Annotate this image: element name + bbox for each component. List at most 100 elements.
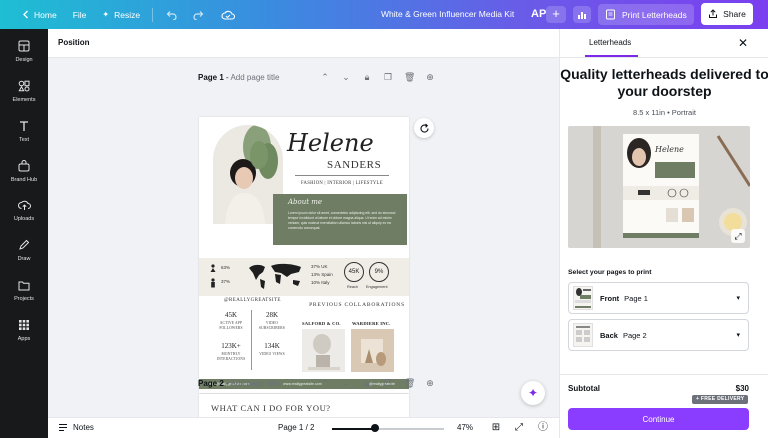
page-thumbnail bbox=[573, 323, 593, 347]
trash-icon[interactable]: 🗑︎ bbox=[404, 72, 415, 82]
continue-button[interactable]: Continue bbox=[568, 408, 749, 430]
sidebar-item-projects[interactable]: Projects bbox=[0, 278, 48, 302]
page-2-heading[interactable]: WHAT CAN I DO FOR YOU? bbox=[211, 403, 331, 413]
sidebar-item-apps[interactable]: Apps bbox=[0, 318, 48, 342]
sidebar-item-draw[interactable]: Draw bbox=[0, 238, 48, 262]
add-page-icon[interactable]: ⊕ bbox=[425, 72, 435, 82]
sidebar-item-text[interactable]: Text bbox=[0, 119, 48, 143]
text-icon bbox=[17, 119, 31, 133]
position-button[interactable]: Position bbox=[58, 38, 90, 47]
document-title[interactable]: White & Green Influencer Media Kit bbox=[381, 9, 514, 19]
metric-label: MONTHLY INTERACTIONS bbox=[216, 352, 246, 361]
user-avatar[interactable]: AP bbox=[531, 8, 546, 20]
reach-label: Reach bbox=[347, 285, 358, 289]
regenerate-button[interactable] bbox=[414, 118, 434, 138]
resize-button[interactable]: ✦ Resize bbox=[94, 0, 148, 29]
sidebar-item-label: Draw bbox=[17, 256, 31, 262]
male-icon bbox=[211, 278, 215, 288]
design-name[interactable]: Helene bbox=[287, 129, 374, 157]
cloud-save-status[interactable] bbox=[213, 0, 243, 29]
layout-icon bbox=[17, 39, 31, 53]
design-roles[interactable]: FASHION | INTERIOR | LIFESTYLE bbox=[301, 181, 383, 186]
brand-name[interactable]: WARDIERE INC. bbox=[352, 321, 391, 326]
zoom-slider-handle[interactable] bbox=[370, 424, 379, 432]
redo-button[interactable] bbox=[185, 0, 213, 29]
add-page-icon[interactable]: ⊕ bbox=[425, 378, 435, 388]
magic-assistant-button[interactable]: ✦ bbox=[521, 381, 545, 405]
front-page-select[interactable]: Front Page 1 ▾ bbox=[568, 282, 749, 314]
home-button[interactable]: Home bbox=[14, 0, 65, 29]
sidebar-item-design[interactable]: Design bbox=[0, 39, 48, 63]
design-page-1[interactable]: Helene SANDERS FASHION | INTERIOR | LIFE… bbox=[199, 117, 409, 393]
print-letterheads-button[interactable]: Print Letterheads bbox=[598, 4, 694, 25]
add-collaborator-button[interactable]: + bbox=[546, 6, 566, 23]
fullscreen-icon[interactable]: ⤢ bbox=[513, 422, 525, 434]
metric-item[interactable]: 123K+ MONTHLY INTERACTIONS bbox=[215, 342, 247, 361]
page-indicator[interactable]: Page 1 / 2 bbox=[278, 423, 314, 432]
lock-icon[interactable]: 🔒︎ bbox=[362, 72, 372, 82]
editor-canvas[interactable]: Position Page 1 - Add page title ⌃ ⌄ 🔒︎ … bbox=[48, 29, 559, 438]
page-1-title[interactable]: Page 1 - Add page title bbox=[198, 73, 279, 82]
sidebar-item-label: Apps bbox=[17, 336, 31, 342]
metric-item[interactable]: 28K VIDEO SUBSCRIBERS bbox=[256, 311, 288, 330]
collab-title[interactable]: PREVIOUS COLLABORATIONS bbox=[307, 302, 407, 309]
design-handle[interactable]: @REALLYGREATSITE bbox=[224, 298, 281, 303]
back-side-label: Back bbox=[600, 330, 618, 340]
duplicate-icon[interactable]: ❐ bbox=[383, 378, 393, 388]
sparkle-icon: ✦ bbox=[527, 386, 539, 400]
tab-letterheads[interactable]: Letterheads bbox=[589, 38, 631, 47]
sidebar-item-uploads[interactable]: Uploads bbox=[0, 198, 48, 222]
country-stat: 13% Spain bbox=[311, 272, 333, 277]
brand-name[interactable]: SALFORD & CO. bbox=[302, 321, 341, 326]
world-map-icon bbox=[249, 263, 301, 289]
page-1-tools: ⌃ ⌄ 🔒︎ ❐ 🗑︎ ⊕ bbox=[320, 72, 435, 82]
duplicate-icon[interactable]: ❐ bbox=[383, 72, 393, 82]
grid-view-icon[interactable]: ⊞ bbox=[490, 422, 502, 434]
zoom-slider[interactable] bbox=[332, 428, 444, 430]
share-button[interactable]: Share bbox=[701, 3, 753, 25]
metric-item[interactable]: 134K VIDEO VIEWS bbox=[256, 342, 288, 357]
chevron-up-icon[interactable]: ⌃ bbox=[320, 378, 330, 388]
insights-button[interactable] bbox=[573, 6, 591, 23]
elements-icon bbox=[17, 79, 31, 93]
sidebar-item-brand-hub[interactable]: Brand Hub bbox=[0, 159, 48, 183]
notes-button[interactable]: Notes bbox=[58, 423, 94, 432]
front-side-label: Front bbox=[600, 293, 620, 303]
page-2-title[interactable]: Page 2 - Add page title bbox=[198, 379, 279, 388]
close-icon[interactable]: ✕ bbox=[738, 36, 748, 50]
upload-cloud-icon bbox=[17, 198, 31, 212]
help-icon[interactable]: ⓘ bbox=[537, 422, 549, 434]
about-box[interactable]: About me Lorem ipsum dolor sit amet, con… bbox=[273, 194, 407, 245]
chevron-down-icon[interactable]: ⌄ bbox=[341, 72, 351, 82]
undo-icon bbox=[166, 10, 177, 20]
undo-button[interactable] bbox=[157, 0, 185, 29]
metric-value: 134K bbox=[264, 342, 280, 350]
audience-band[interactable]: 63% 37% 37% UK 13% Spain 10% Italy 45K R… bbox=[199, 258, 409, 296]
engagement-circle: 9% bbox=[369, 262, 389, 282]
pen-icon bbox=[17, 238, 31, 252]
trash-icon[interactable]: 🗑︎ bbox=[404, 378, 415, 388]
share-upload-icon bbox=[709, 9, 718, 18]
resize-label: Resize bbox=[114, 9, 141, 20]
design-page-2[interactable]: WHAT CAN I DO FOR YOU? bbox=[199, 394, 409, 418]
sidebar-item-elements[interactable]: Elements bbox=[0, 79, 48, 103]
zoom-level[interactable]: 47% bbox=[457, 423, 473, 432]
chevron-down-icon[interactable]: ⌄ bbox=[341, 378, 351, 388]
metric-value: 123K+ bbox=[221, 342, 241, 350]
print-panel: Letterheads ✕ Quality letterheads delive… bbox=[559, 29, 768, 438]
sidebar-item-label: Uploads bbox=[13, 216, 35, 222]
chevron-up-icon[interactable]: ⌃ bbox=[320, 72, 330, 82]
collab-image[interactable] bbox=[351, 329, 394, 372]
metric-item[interactable]: 45K ACTIVE APP FOLLOWERS bbox=[215, 311, 247, 330]
design-surname[interactable]: SANDERS bbox=[327, 159, 381, 171]
country-stat: 37% UK bbox=[311, 264, 328, 269]
collab-image[interactable] bbox=[302, 329, 345, 372]
context-toolbar: Position bbox=[48, 29, 559, 58]
metric-label: VIDEO SUBSCRIBERS bbox=[258, 321, 286, 330]
back-page-select[interactable]: Back Page 2 ▾ bbox=[568, 319, 749, 351]
plus-icon: + bbox=[552, 6, 560, 21]
file-menu-button[interactable]: File bbox=[65, 0, 95, 29]
lock-icon[interactable]: 🔒︎ bbox=[362, 378, 372, 388]
brand-hub-icon bbox=[17, 159, 31, 173]
expand-preview-icon[interactable]: ⤢ bbox=[731, 229, 745, 243]
